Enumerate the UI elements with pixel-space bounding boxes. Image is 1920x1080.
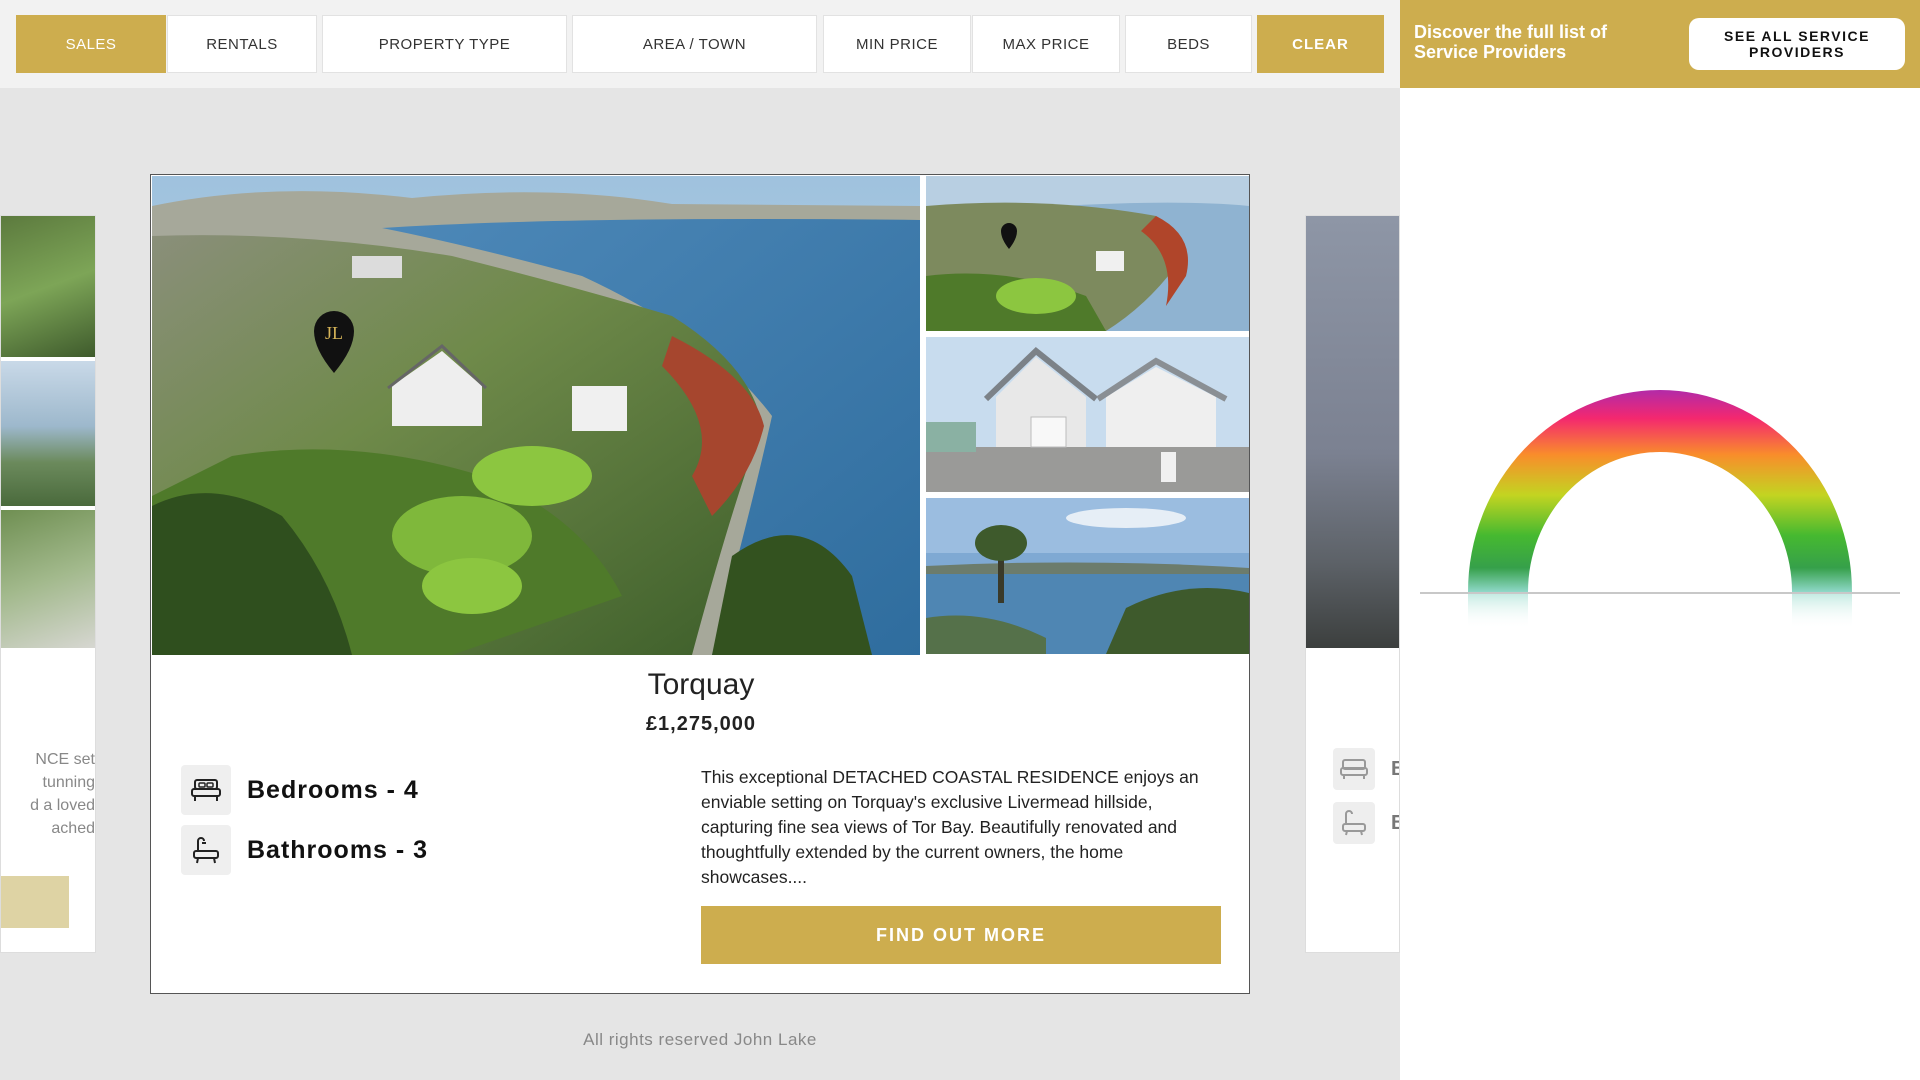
main-property-photo[interactable]: JL [152, 176, 920, 655]
filter-min-price[interactable]: MIN PRICE [823, 15, 971, 73]
bed-icon [1333, 748, 1375, 790]
service-providers-panel: Discover the full list of Service Provid… [1400, 0, 1920, 1080]
next-listing-card[interactable]: B B [1305, 215, 1400, 953]
filter-rentals[interactable]: RENTALS [167, 15, 317, 73]
bathrooms-label: Bathrooms - 3 [247, 836, 429, 864]
find-out-more-button[interactable]: FIND OUT MORE [701, 906, 1221, 964]
next-bathrooms-label: B [1391, 812, 1399, 835]
previous-listing-photo [1, 216, 95, 357]
property-thumbnail-1[interactable] [926, 176, 1249, 331]
bath-icon [181, 825, 231, 875]
service-providers-banner: Discover the full list of Service Provid… [1400, 0, 1920, 88]
listing-card: JL Torquay £1,275,000 Bedrooms - 4 Bathr… [150, 174, 1250, 994]
bath-icon [1333, 802, 1375, 844]
bedrooms-label: Bedrooms - 4 [247, 776, 419, 804]
previous-listing-button[interactable] [1, 876, 69, 928]
property-thumbnail-3[interactable] [926, 498, 1249, 654]
filter-max-price[interactable]: MAX PRICE [972, 15, 1120, 73]
see-all-service-providers-button[interactable]: SEE ALL SERVICE PROVIDERS [1689, 18, 1905, 70]
filter-beds[interactable]: BEDS [1125, 15, 1252, 73]
next-bedrooms-label: B [1391, 758, 1399, 781]
previous-listing-card[interactable]: NCE set tunning d a loved ached [0, 215, 96, 953]
footer-copyright: All rights reserved John Lake [583, 1030, 817, 1049]
property-location: Torquay [647, 668, 755, 701]
previous-listing-description: NCE set tunning d a loved ached [30, 751, 95, 837]
previous-listing-photo [1, 510, 95, 648]
filter-area-town[interactable]: AREA / TOWN [572, 15, 817, 73]
filter-property-type[interactable]: PROPERTY TYPE [322, 15, 567, 73]
property-description: This exceptional DETACHED COASTAL RESIDE… [701, 767, 1199, 887]
svg-text:JL: JL [325, 323, 343, 343]
next-listing-photo [1306, 216, 1399, 648]
clear-button[interactable]: CLEAR [1257, 15, 1384, 73]
previous-listing-photo [1, 361, 95, 506]
property-price: £1,275,000 [645, 713, 757, 735]
filter-bar: SALES RENTALS PROPERTY TYPE AREA / TOWN … [0, 0, 1400, 88]
filter-sales[interactable]: SALES [16, 15, 166, 73]
banner-text: Discover the full list of Service Provid… [1414, 22, 1608, 62]
rainbow-graphic [1420, 390, 1900, 650]
bed-icon [181, 765, 231, 815]
property-thumbnail-2[interactable] [926, 337, 1249, 492]
